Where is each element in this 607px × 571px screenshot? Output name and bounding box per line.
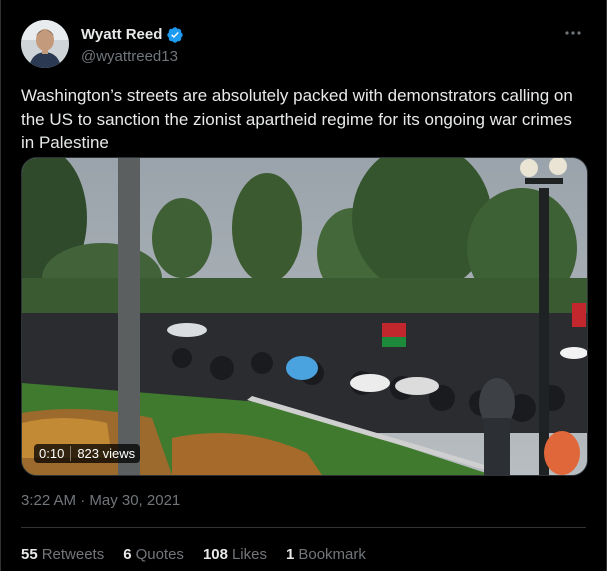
video-views: 823 views	[77, 446, 136, 461]
divider	[21, 527, 586, 528]
retweets-label: Retweets	[41, 546, 105, 563]
more-horizontal-icon	[565, 31, 581, 35]
bookmarks-count: 1	[286, 546, 295, 563]
display-name[interactable]: Wyatt Reed	[81, 26, 162, 43]
bookmarks-stat[interactable]: 1 Bookmark	[286, 546, 366, 563]
author-handle[interactable]: @wyattreed13	[81, 48, 184, 65]
bookmarks-label: Bookmark	[298, 546, 366, 563]
quotes-stat[interactable]: 6 Quotes	[123, 546, 184, 563]
video-thumbnail	[22, 158, 587, 475]
more-options-button[interactable]	[562, 22, 584, 44]
display-name-row: Wyatt Reed	[81, 24, 184, 46]
likes-label: Likes	[231, 546, 267, 563]
retweets-count: 55	[21, 546, 38, 563]
verified-badge-icon	[167, 26, 184, 43]
video-duration: 0:10	[39, 446, 65, 461]
engagement-stats: 55 Retweets 6 Quotes 108 Likes 1 Bookmark	[21, 546, 385, 563]
tweet-text: Washington’s streets are absolutely pack…	[21, 86, 573, 152]
avatar[interactable]	[21, 20, 69, 68]
quotes-label: Quotes	[135, 546, 184, 563]
avatar-photo	[21, 20, 69, 68]
tweet-timestamp[interactable]: 3:22 AM · May 30, 2021	[21, 492, 180, 509]
author-names: Wyatt Reed @wyattreed13	[81, 24, 184, 65]
retweets-stat[interactable]: 55 Retweets	[21, 546, 104, 563]
duration-separator	[70, 446, 72, 461]
tweet-header: Wyatt Reed @wyattreed13	[21, 20, 184, 68]
likes-count: 108	[202, 546, 228, 563]
tweet-card: Wyatt Reed @wyattreed13 Washington’s str…	[0, 0, 607, 571]
quotes-count: 6	[123, 546, 132, 563]
video-player[interactable]: 0:10 823 views	[21, 157, 588, 476]
video-duration-badge: 0:10 823 views	[34, 444, 141, 463]
likes-stat[interactable]: 108 Likes	[203, 546, 267, 563]
